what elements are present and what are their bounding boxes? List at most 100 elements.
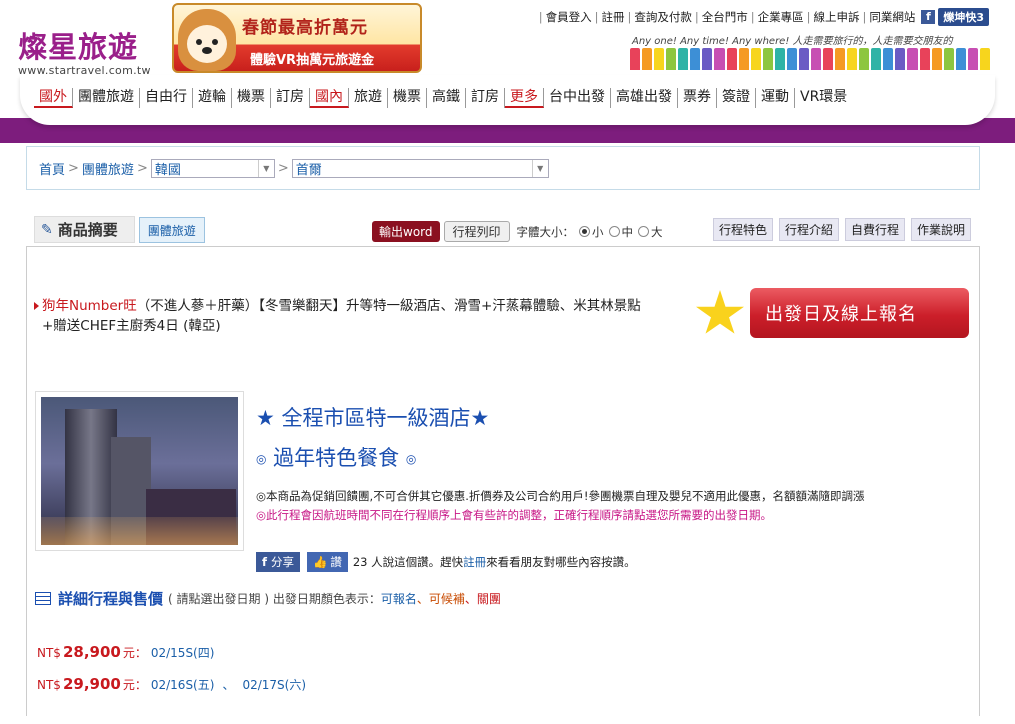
breadcrumb-group[interactable]: 團體旅遊 <box>82 159 134 178</box>
page-tools: 輸出word 行程列印 字體大小： 小 中 大 <box>372 221 663 242</box>
price-amount: 29,900 <box>62 675 121 693</box>
section-tabs: 行程特色 行程介紹 自費行程 作業說明 <box>713 218 972 241</box>
departure-date-link[interactable]: 02/17S(六) <box>242 676 306 693</box>
pencil-icon: ✎ <box>41 221 53 238</box>
tab-itinerary[interactable]: 行程介紹 <box>779 218 840 241</box>
nav-item[interactable]: 訂房 <box>466 88 505 108</box>
nav-item[interactable]: 簽證 <box>717 88 756 108</box>
font-large-label: 大 <box>651 224 663 239</box>
legend-sep: 、 <box>464 592 477 606</box>
fb-like-button[interactable]: 👍 讚 <box>307 552 348 572</box>
triangle-bullet-icon <box>34 302 39 310</box>
nav-item[interactable]: 國內 <box>310 88 349 108</box>
headline-meal: ◎ 過年特色餐食 ◎ <box>256 442 416 472</box>
breadcrumb-home[interactable]: 首頁 <box>39 159 65 178</box>
like-prompt-post: 來看看朋友對哪些內容按讚。 <box>486 555 636 569</box>
tab-summary-label: 商品摘要 <box>57 221 118 239</box>
nav-item[interactable]: 高雄出發 <box>611 88 678 108</box>
nav-item[interactable]: 旅遊 <box>349 88 388 108</box>
detail-instructions: ( 請點選出發日期 ) 出發日期顏色表示： <box>168 592 381 606</box>
departure-date-link[interactable]: 02/15S(四) <box>151 644 215 661</box>
topnav-login[interactable]: 會員登入 <box>546 9 592 25</box>
headline-hotel: ★ 全程市區特一級酒店★ <box>256 406 490 430</box>
product-photo <box>35 391 244 551</box>
detail-section-heading: 詳細行程與售價 ( 請點選出發日期 ) 出發日期顏色表示：可報名、可候補、關團 <box>35 588 501 609</box>
crayons-decoration <box>630 48 990 70</box>
tab-instructions[interactable]: 作業說明 <box>911 218 972 241</box>
font-medium-radio[interactable] <box>608 226 620 237</box>
product-title: 狗年Number旺（不進人蔘＋肝藥）【冬雪樂翻天】升等特一級酒店、滑雪+汗蒸幕體… <box>34 296 662 336</box>
price-currency: NT$ <box>37 646 61 660</box>
legend-closed: 關團 <box>476 592 501 606</box>
signup-button[interactable]: 出發日及線上報名 <box>750 288 969 338</box>
headline-meal-text: 過年特色餐食 <box>273 446 400 470</box>
price-unit: 元： <box>122 646 147 660</box>
nav-item[interactable]: 團體旅遊 <box>73 88 140 108</box>
star-icon <box>696 290 744 334</box>
topnav-query-pay[interactable]: 查詢及付款 <box>634 9 692 25</box>
departure-date-link[interactable]: 02/16S(五) <box>151 676 215 693</box>
calendar-table-icon <box>35 592 51 605</box>
register-link[interactable]: 註冊 <box>463 554 486 570</box>
promo-banner[interactable]: 春節最高折萬元 體驗VR抽萬元旅遊金 <box>172 3 422 73</box>
country-select-value: 韓國 <box>154 163 181 178</box>
price-unit: 元： <box>122 678 147 692</box>
topnav-register[interactable]: 註冊 <box>601 9 624 25</box>
nav-item[interactable]: 更多 <box>505 88 544 108</box>
logo-url: www.startravel.com.tw <box>18 64 151 77</box>
topnav-enterprise[interactable]: 企業專區 <box>758 9 804 25</box>
banner-line1: 春節最高折萬元 <box>242 18 368 38</box>
country-select[interactable]: 韓國 ▼ <box>150 159 275 178</box>
price-currency: NT$ <box>37 678 61 692</box>
chevron-down-icon: ▼ <box>531 160 548 177</box>
fb-share-button[interactable]: f 分享 <box>256 552 301 572</box>
nav-item[interactable]: 國外 <box>34 88 73 108</box>
social-bar: f 分享 👍 讚 23 人說這個讚。 趕快 註冊 來看看朋友對哪些內容按讚。 <box>256 552 636 572</box>
print-button[interactable]: 行程列印 <box>443 221 510 242</box>
nav-item[interactable]: 高鐵 <box>427 88 466 108</box>
nav-item[interactable]: 運動 <box>756 88 795 108</box>
banner-line2: 體驗VR抽萬元旅遊金 <box>250 53 375 68</box>
legend-available: 可報名 <box>380 592 417 606</box>
topnav-stores[interactable]: 全台門市 <box>702 9 748 25</box>
signup-area: 出發日及線上報名 <box>695 288 970 340</box>
nav-item[interactable]: VR環景 <box>795 88 852 108</box>
like-count: 23 人說這個讚。 <box>352 555 441 569</box>
main-nav: 國外 團體旅遊 自由行 遊輪 機票 訂房 國內 旅遊 機票 高鐵 訂房 更多 台… <box>34 88 852 108</box>
fast-button[interactable]: 爍坤快3 <box>938 8 989 26</box>
nav-item[interactable]: 機票 <box>388 88 427 108</box>
circle-mark-icon: ◎ <box>405 452 417 466</box>
legend-waitlist: 可候補 <box>428 592 465 606</box>
nav-item[interactable]: 自由行 <box>140 88 193 108</box>
font-size-label: 字體大小： <box>516 224 575 239</box>
city-select[interactable]: 首爾 ▼ <box>291 159 549 178</box>
tab-summary[interactable]: ✎ 商品摘要 <box>34 216 135 243</box>
city-select-value: 首爾 <box>295 163 322 178</box>
nav-item[interactable]: 訂房 <box>271 88 310 108</box>
font-small-label: 小 <box>592 224 604 239</box>
site-logo[interactable]: 燦星旅遊 www.startravel.com.tw <box>18 24 151 77</box>
note-schedule: ◎此行程會因航班時間不同在行程順序上會有些許的調整，正確行程順序請點選您所需要的… <box>256 508 773 522</box>
detail-title: 詳細行程與售價 <box>58 590 164 608</box>
nav-item[interactable]: 票券 <box>678 88 717 108</box>
topnav-partner[interactable]: 同業網站 <box>869 9 915 25</box>
summary-tabs: ✎ 商品摘要 團體旅遊 <box>34 216 205 243</box>
price-row: NT$ 28,900 元： 02/15S(四) <box>37 643 214 661</box>
font-large-radio[interactable] <box>638 226 650 237</box>
nav-item[interactable]: 台中出發 <box>544 88 611 108</box>
nav-item[interactable]: 遊輪 <box>193 88 232 108</box>
product-title-highlight: 狗年Number旺 <box>42 298 137 314</box>
facebook-icon: f <box>262 555 268 569</box>
facebook-icon[interactable]: f <box>921 10 936 24</box>
nav-item[interactable]: 機票 <box>232 88 271 108</box>
tab-features[interactable]: 行程特色 <box>713 218 774 241</box>
top-utility-nav: | 會員登入 | 註冊 | 查詢及付款 | 全台門市 | 企業專區 | 線上申訴 | 同業網… <box>536 8 989 26</box>
topnav-complaint[interactable]: 線上申訴 <box>813 9 859 25</box>
tab-optional[interactable]: 自費行程 <box>845 218 906 241</box>
tab-group-tour[interactable]: 團體旅遊 <box>138 217 205 243</box>
font-small-radio[interactable] <box>579 226 591 237</box>
export-word-button[interactable]: 輸出word <box>372 221 440 242</box>
breadcrumb: 首頁 > 團體旅遊 > 韓國 ▼ > 首爾 ▼ <box>26 146 980 190</box>
circle-mark-icon: ◎ <box>256 452 267 466</box>
product-notes: ◎本商品為促銷回饋團,不可合併其它優惠.折價券及公司合約用戶!參團機票自理及嬰兒… <box>256 487 864 525</box>
